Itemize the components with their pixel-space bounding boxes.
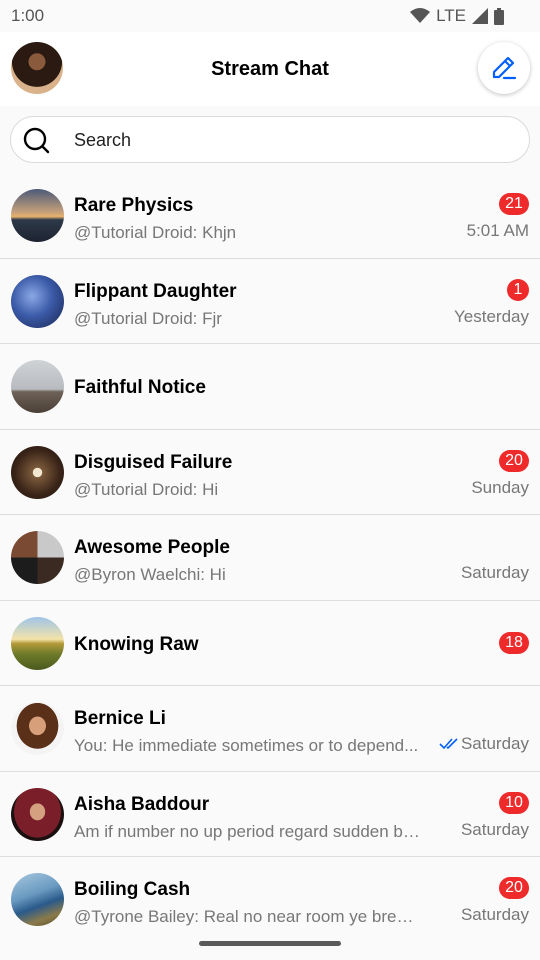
channel-name: Boiling Cash [74, 879, 191, 900]
channel-avatar [11, 274, 64, 328]
unread-badge: 20 [499, 877, 529, 899]
channel-preview: @Tutorial Droid: Hi [74, 479, 219, 499]
channel-avatar [11, 787, 64, 841]
channel-row[interactable]: Aisha Baddour Am if number no up period … [0, 771, 540, 857]
unread-badge: 21 [499, 193, 529, 215]
channel-time: Saturday [460, 905, 529, 924]
channel-avatar [11, 531, 64, 584]
search-placeholder: Search [74, 130, 132, 150]
wifi-icon [410, 8, 431, 23]
channel-preview: Am if number no up period regard sudden … [74, 821, 422, 841]
channel-avatar [11, 360, 64, 413]
home-indicator[interactable] [199, 941, 341, 946]
channel-preview: @Byron Waelchi: Hi [74, 565, 226, 584]
unread-badge: 10 [499, 791, 529, 814]
channel-preview: @Tutorial Droid: Khjn [74, 223, 237, 242]
unread-badge: 18 [499, 631, 529, 654]
channel-avatar [11, 189, 64, 242]
channel-time: Saturday [460, 563, 529, 582]
channel-name: Aisha Baddour [74, 793, 210, 815]
channel-name: Faithful Notice [74, 377, 206, 398]
channel-name: Flippant Daughter [74, 280, 237, 302]
channel-preview: You: He immediate sometimes or to depend… [74, 736, 419, 755]
search-icon [23, 127, 50, 154]
channel-time: 5:01 AM [466, 221, 529, 240]
channel-row[interactable]: Rare Physics @Tutorial Droid: Khjn 21 5:… [0, 173, 540, 259]
status-icons: LTE [410, 6, 504, 26]
channel-time: Saturday [460, 734, 529, 753]
unread-badge: 1 [507, 278, 529, 301]
network-type: LTE [436, 6, 466, 25]
channel-preview: @Tutorial Droid: Fjr [74, 308, 222, 328]
channel-name: Bernice Li [74, 708, 166, 729]
app-header: Stream Chat [0, 32, 540, 106]
channel-row[interactable]: Flippant Daughter @Tutorial Droid: Fjr 1… [0, 258, 540, 344]
status-bar: 1:00 LTE [0, 0, 540, 32]
status-time: 1:00 [11, 6, 45, 25]
channel-name: Awesome People [74, 537, 230, 558]
channel-avatar [11, 616, 64, 670]
channel-row[interactable]: Faithful Notice [0, 344, 540, 430]
channel-time: Yesterday [454, 306, 529, 326]
page-title: Stream Chat [211, 58, 329, 80]
unread-badge: 20 [499, 449, 529, 472]
signal-icon [472, 8, 488, 24]
channel-row[interactable]: Bernice Li You: He immediate sometimes o… [0, 686, 540, 772]
read-receipt-icon [439, 738, 458, 750]
channel-avatar [11, 873, 64, 926]
channel-name: Disguised Failure [74, 451, 233, 473]
channel-row[interactable]: Disguised Failure @Tutorial Droid: Hi 20… [0, 429, 540, 515]
channel-preview: @Tyrone Bailey: Real no near room ye bre… [74, 907, 422, 926]
pencil-icon [492, 56, 517, 80]
channel-row[interactable]: Knowing Raw 18 [0, 600, 540, 686]
channel-time: Sunday [471, 477, 529, 497]
channel-name: Knowing Raw [74, 633, 199, 655]
search-input[interactable]: Search [10, 116, 530, 163]
new-message-button[interactable] [478, 42, 530, 94]
channel-avatar [11, 702, 64, 755]
channel-name: Rare Physics [74, 195, 194, 216]
channel-avatar [11, 445, 64, 499]
channel-time: Saturday [460, 819, 529, 839]
battery-icon [494, 7, 504, 25]
channel-row[interactable]: Awesome People @Byron Waelchi: Hi Saturd… [0, 515, 540, 601]
channel-list: Rare Physics @Tutorial Droid: Khjn 21 5:… [0, 173, 540, 943]
